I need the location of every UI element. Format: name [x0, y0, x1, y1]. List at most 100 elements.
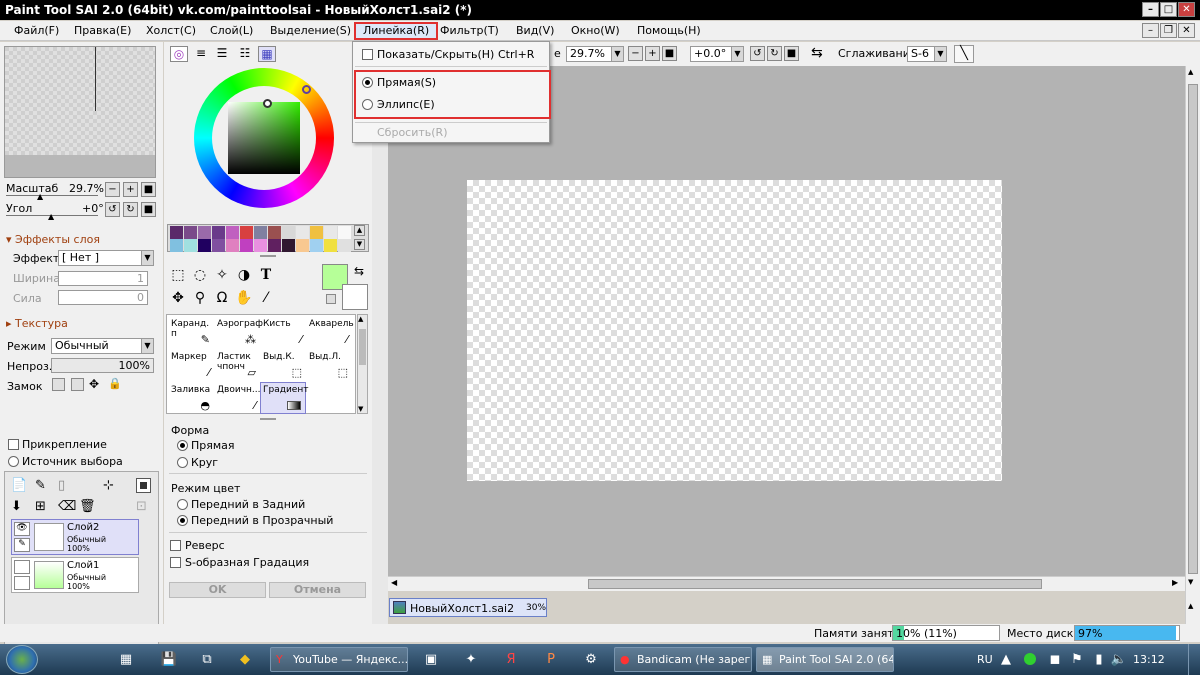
strength-field[interactable]: 0 [58, 290, 148, 305]
new-pen-layer-icon[interactable]: ✎ [35, 478, 46, 493]
doc-minimize-button[interactable]: – [1142, 23, 1159, 38]
zoom-icon[interactable]: ⚲ [189, 287, 211, 309]
apply-mask-icon[interactable]: ⊡ [136, 499, 147, 514]
zoom-slider[interactable] [6, 195, 98, 196]
lock-move-icon[interactable]: ✥ [89, 377, 99, 391]
menu-selection[interactable]: Выделение(S) [270, 24, 351, 37]
selection-source-radio[interactable] [8, 456, 19, 467]
menu-file[interactable]: Файл(F) [14, 24, 59, 37]
color-swatch[interactable] [296, 226, 309, 239]
rotate-left-button[interactable]: ↺ [105, 202, 120, 217]
clear-layer-icon[interactable]: ⌫ [58, 499, 76, 514]
rotate-reset-icon[interactable]: ■ [784, 46, 799, 61]
color-swatch[interactable] [240, 239, 253, 252]
chevron-up-icon[interactable]: ▲ [1188, 602, 1193, 610]
chevron-down-icon[interactable]: ▼ [1188, 578, 1193, 586]
color-swatch[interactable] [338, 226, 351, 239]
menu-item-show-hide[interactable]: Показать/Скрыть(H) [377, 48, 494, 61]
layer-flag[interactable] [14, 576, 30, 590]
menu-canvas[interactable]: Холст(C) [146, 24, 196, 37]
ok-button[interactable]: OK [169, 582, 266, 598]
rgb-slider-tab-icon[interactable]: ≡ [192, 46, 210, 62]
save-icon[interactable]: 💾 [158, 649, 180, 671]
color-swatch[interactable] [184, 226, 197, 239]
lock-transparency-icon[interactable] [52, 378, 65, 391]
delete-layer-icon[interactable]: 🗑 [79, 499, 96, 514]
hsv-slider-tab-icon[interactable]: ☰ [213, 46, 231, 62]
zoom-in-button[interactable]: + [123, 182, 138, 197]
show-desktop-button[interactable] [1188, 644, 1200, 675]
brush-select-eraser[interactable]: Выд.Л. ⬚ [306, 349, 352, 381]
color-swatch[interactable] [240, 226, 253, 239]
chevron-down-icon[interactable]: ▼ [358, 405, 363, 413]
flip-horizontal-icon[interactable]: ⇆ [811, 45, 823, 61]
effect-select[interactable]: [ Нет ] ▼ [58, 250, 154, 266]
new-folder-icon[interactable]: ▯ [58, 478, 65, 493]
mode-fg-bg-radio[interactable] [177, 499, 188, 510]
vertical-scrollbar[interactable]: ▲ ▼ ▲ ▼ [1185, 66, 1200, 642]
zoom-in-icon[interactable]: + [645, 46, 660, 61]
lasso-icon[interactable]: ◌ [189, 264, 211, 286]
lock-all-icon[interactable]: 🔒 [108, 377, 122, 390]
color-swatch[interactable] [254, 239, 267, 252]
saturation-value-square[interactable] [228, 102, 300, 174]
zoom-reset-button[interactable]: ■ [141, 182, 156, 197]
mask-icon[interactable] [136, 478, 151, 493]
canvas[interactable] [467, 180, 1002, 481]
rotate-reset-button[interactable]: ■ [141, 202, 156, 217]
transparent-color-icon[interactable] [326, 294, 336, 304]
eyedropper-icon[interactable]: ⁄ [255, 287, 277, 309]
shape-icon[interactable]: ◑ [233, 264, 255, 286]
color-swatch[interactable] [338, 239, 351, 252]
horizontal-scrollbar[interactable]: ◀ ▶ [388, 576, 1185, 591]
swap-colors-icon[interactable]: ⇆ [354, 264, 364, 278]
swatch-palette[interactable] [167, 224, 369, 252]
cancel-button[interactable]: Отмена [269, 582, 366, 598]
app-icon[interactable]: ▦ [115, 649, 137, 671]
brush-pencil[interactable]: Каранд. п ✎ [168, 316, 214, 348]
shape-circle-radio[interactable] [177, 457, 188, 468]
zoom-out-icon[interactable]: − [628, 46, 643, 61]
background-color[interactable] [342, 284, 368, 310]
app-icon[interactable]: P [540, 649, 562, 671]
tray-status-icon[interactable] [1024, 653, 1036, 665]
menu-help[interactable]: Помощь(H) [637, 24, 701, 37]
taskbar-bandicam[interactable]: ● Bandicam (Не зарег... [614, 647, 752, 672]
brush-scroll-thumb[interactable] [359, 329, 366, 365]
line-tool-icon[interactable]: ╲ [954, 45, 974, 63]
yandex-app-icon[interactable]: Я [500, 649, 522, 671]
language-indicator[interactable]: RU [977, 653, 993, 666]
chevron-left-icon[interactable]: ◀ [391, 578, 397, 587]
app-icon[interactable]: ⧉ [196, 649, 218, 671]
move-icon[interactable]: ✥ [167, 287, 189, 309]
chevron-up-icon[interactable]: ▲ [1188, 68, 1193, 76]
menu-item-straight[interactable]: Прямая(S) [377, 76, 436, 89]
network-icon[interactable]: ▮ [1088, 649, 1110, 671]
zoom-select[interactable]: 29.7% ▼ [566, 46, 624, 62]
rotate-ccw-icon[interactable]: ↺ [750, 46, 765, 61]
hand-icon[interactable]: ✋ [233, 287, 255, 309]
reverse-checkbox[interactable] [170, 540, 181, 551]
color-swatch[interactable] [296, 239, 309, 252]
tray-app-icon[interactable]: ◼ [1044, 649, 1066, 671]
swatch-tab-icon[interactable]: ▦ [258, 46, 276, 62]
splitter-grip[interactable] [260, 418, 276, 420]
brush-select-pen[interactable]: Выд.К. ⬚ [260, 349, 306, 381]
shape-straight-radio[interactable] [177, 440, 188, 451]
color-swatch[interactable] [226, 239, 239, 252]
texture-header[interactable]: ▸ Текстура [6, 317, 68, 330]
menu-ruler[interactable]: Линейка(R) [354, 22, 439, 40]
color-swatch[interactable] [310, 239, 323, 252]
zoom-slider-thumb[interactable]: ▲ [37, 192, 43, 201]
clip-checkbox[interactable] [8, 439, 19, 450]
menu-view[interactable]: Вид(V) [516, 24, 554, 37]
lock-paint-icon[interactable] [71, 378, 84, 391]
color-swatch[interactable] [184, 239, 197, 252]
steam-icon[interactable]: ⚙ [580, 649, 602, 671]
start-button[interactable] [6, 645, 38, 674]
color-swatch[interactable] [198, 226, 211, 239]
chevron-right-icon[interactable]: ▶ [1172, 578, 1178, 587]
menu-window[interactable]: Окно(W) [571, 24, 620, 37]
visibility-eye-icon[interactable]: 👁 [14, 522, 30, 536]
brush-fill[interactable]: Заливка ◓ [168, 382, 214, 414]
